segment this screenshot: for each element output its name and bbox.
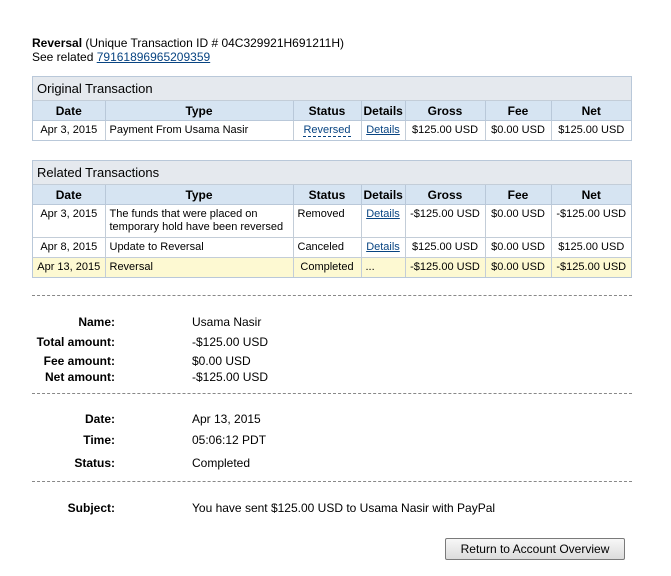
- cell-date: Apr 8, 2015: [33, 237, 105, 258]
- cell-date: Apr 3, 2015: [33, 204, 105, 238]
- related-transactions-table: Date Type Status Details Gross Fee Net A…: [33, 185, 631, 277]
- col-net: Net: [550, 101, 631, 121]
- total-amount-label: Total amount:: [36, 335, 115, 349]
- cell-details: Details: [360, 237, 405, 258]
- col-net: Net: [550, 185, 631, 205]
- cell-type: Update to Reversal: [104, 237, 293, 258]
- table-header-row: Date Type Status Details Gross Fee Net: [33, 101, 631, 121]
- table-row-current: Apr 13, 2015 Reversal Completed ... -$12…: [33, 257, 631, 277]
- transaction-details: Reversal (Unique Transaction ID # 04C329…: [32, 36, 632, 278]
- table-row: Apr 3, 2015 Payment From Usama Nasir Rev…: [33, 120, 631, 140]
- time-row: Time: 05:06:12 PDT: [0, 432, 600, 448]
- col-fee: Fee: [484, 101, 551, 121]
- related-transaction-link[interactable]: 79161896965209359: [97, 50, 210, 64]
- col-status: Status: [292, 185, 361, 205]
- total-amount-value: -$125.00 USD: [192, 335, 269, 349]
- fee-amount-label: Fee amount:: [43, 354, 115, 368]
- net-amount-label: Net amount:: [45, 370, 115, 384]
- col-gross: Gross: [404, 185, 485, 205]
- cell-type: Payment From Usama Nasir: [104, 120, 293, 140]
- col-fee: Fee: [484, 185, 551, 205]
- details-link[interactable]: Details: [366, 241, 400, 253]
- cell-gross: -$125.00 USD: [404, 204, 485, 238]
- divider: [32, 481, 632, 482]
- transaction-title: Reversal (Unique Transaction ID # 04C329…: [32, 36, 632, 50]
- name-value: Usama Nasir: [192, 315, 262, 329]
- time-label: Time:: [83, 433, 115, 447]
- cell-status: Removed: [292, 204, 361, 238]
- original-transaction-section: Original Transaction Date Type Status De…: [32, 76, 632, 141]
- cell-net: $125.00 USD: [550, 237, 631, 258]
- subject-label: Subject:: [67, 501, 115, 515]
- table-header-row: Date Type Status Details Gross Fee Net: [33, 185, 631, 205]
- fee-amount-value: $0.00 USD: [192, 354, 251, 368]
- original-transaction-table: Date Type Status Details Gross Fee Net A…: [33, 101, 631, 140]
- col-date: Date: [33, 101, 105, 121]
- cell-fee: $0.00 USD: [484, 204, 551, 238]
- name-row: Name: Usama Nasir: [0, 314, 600, 330]
- col-details: Details: [360, 101, 405, 121]
- details-link[interactable]: Details: [366, 208, 400, 220]
- subject-value: You have sent $125.00 USD to Usama Nasir…: [192, 501, 496, 515]
- related-transactions-title: Related Transactions: [33, 161, 631, 185]
- original-transaction-title: Original Transaction: [33, 77, 631, 101]
- cell-date: Apr 3, 2015: [40, 124, 98, 136]
- cell-net: -$125.00 USD: [550, 204, 631, 238]
- total-amount-row: Total amount: -$125.00 USD: [0, 334, 600, 350]
- transaction-type: Reversal: [32, 36, 83, 50]
- cell-fee: $0.00 USD: [484, 257, 551, 277]
- divider: [32, 393, 632, 394]
- cell-gross: -$125.00 USD: [404, 257, 485, 277]
- cell-details: Details: [360, 204, 405, 238]
- cell-gross: $125.00 USD: [404, 120, 485, 140]
- divider: [32, 295, 632, 296]
- cell-status: Reversed: [292, 120, 361, 140]
- details-link[interactable]: Details: [366, 124, 400, 136]
- cell-gross: $125.00 USD: [404, 237, 485, 258]
- col-date: Date: [33, 185, 105, 205]
- net-amount-row: Net amount: -$125.00 USD: [0, 369, 600, 385]
- status-reversed-link[interactable]: Reversed: [303, 124, 351, 137]
- status-value: Completed: [192, 456, 251, 470]
- time-value: 05:06:12 PDT: [192, 433, 267, 447]
- cell-status: Canceled: [292, 237, 361, 258]
- col-type: Type: [104, 185, 293, 205]
- status-row: Status: Completed: [0, 455, 600, 471]
- see-related-line: See related 79161896965209359: [32, 50, 632, 64]
- table-row: Apr 8, 2015 Update to Reversal Canceled …: [33, 237, 631, 258]
- cell-net: $125.00 USD: [550, 120, 631, 140]
- subject-row: Subject: You have sent $125.00 USD to Us…: [0, 500, 600, 516]
- cell-status: Completed: [292, 257, 361, 277]
- col-details: Details: [360, 185, 405, 205]
- cell-date: Apr 13, 2015: [33, 257, 105, 277]
- net-amount-value: -$125.00 USD: [192, 370, 269, 384]
- name-label: Name:: [78, 315, 115, 329]
- status-label: Status:: [74, 456, 115, 470]
- col-gross: Gross: [404, 101, 485, 121]
- table-row: Apr 3, 2015 The funds that were placed o…: [33, 204, 631, 238]
- date-label: Date:: [84, 412, 115, 426]
- fee-amount-row: Fee amount: $0.00 USD: [0, 353, 600, 369]
- cell-details: ...: [360, 257, 405, 277]
- date-row: Date: Apr 13, 2015: [0, 411, 600, 427]
- col-status: Status: [292, 101, 361, 121]
- cell-type: Reversal: [104, 257, 293, 277]
- related-transactions-section: Related Transactions Date Type Status De…: [32, 160, 632, 278]
- cell-type: The funds that were placed on temporary …: [104, 204, 293, 238]
- col-type: Type: [104, 101, 293, 121]
- see-related-label: See related: [32, 50, 97, 64]
- date-value: Apr 13, 2015: [192, 412, 261, 426]
- cell-fee: $0.00 USD: [484, 237, 551, 258]
- transaction-id: (Unique Transaction ID # 04C329921H69121…: [82, 36, 344, 50]
- cell-fee: $0.00 USD: [484, 120, 551, 140]
- cell-details: Details: [360, 120, 405, 140]
- return-to-account-overview-button[interactable]: Return to Account Overview: [445, 538, 625, 560]
- cell-net: -$125.00 USD: [550, 257, 631, 277]
